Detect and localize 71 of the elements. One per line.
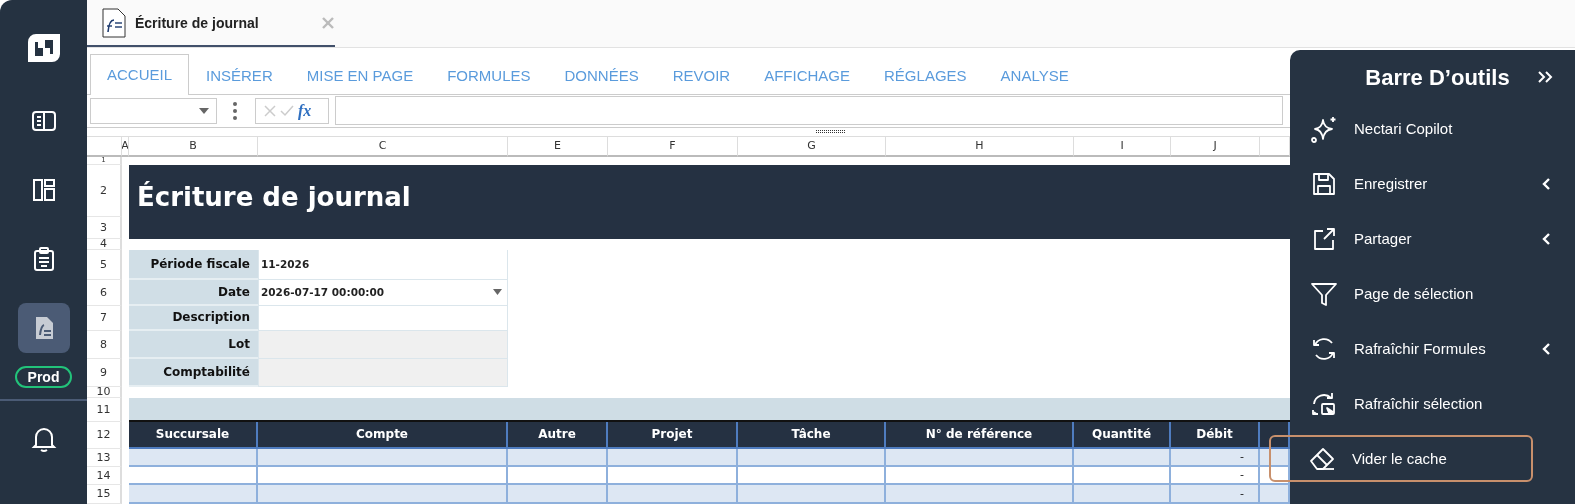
toolbar-item[interactable]: Page de sélection <box>1290 270 1575 317</box>
toolbar-item[interactable]: Rafraîchir sélection <box>1290 380 1575 427</box>
table-header-cell: N° de référence <box>886 422 1074 449</box>
name-box[interactable] <box>90 97 217 124</box>
field-cell[interactable]: 2026-07-17 00:00:00 <box>258 280 508 306</box>
bell-icon[interactable] <box>30 425 57 453</box>
sheet-title: Écriture de journal <box>137 182 411 212</box>
field-label: Période fiscale <box>129 250 258 280</box>
check-icon[interactable] <box>280 104 294 117</box>
field-label: Date <box>129 280 258 306</box>
select-all-corner[interactable] <box>87 137 122 157</box>
cancel-icon[interactable] <box>264 104 276 117</box>
row-header[interactable]: 14 <box>87 467 122 485</box>
column-header[interactable]: A <box>122 137 129 157</box>
row-header[interactable]: 11 <box>87 398 122 422</box>
function-button[interactable]: fx <box>298 101 312 120</box>
environment-badge: Prod <box>14 366 73 388</box>
row-header[interactable]: 12 <box>87 422 122 449</box>
document-tab[interactable]: Écriture de journal <box>87 0 335 48</box>
formula-document-icon <box>102 7 126 38</box>
column-header[interactable]: C <box>258 137 508 157</box>
row-header[interactable]: 13 <box>87 449 122 467</box>
table-header-cell: Projet <box>608 422 738 449</box>
table-header-cell: Débit <box>1171 422 1260 449</box>
caret-icon <box>199 107 209 114</box>
chevron-left-icon <box>1541 341 1551 356</box>
toolbar-item[interactable]: Vider le cache <box>1269 435 1533 482</box>
formula-input[interactable] <box>335 96 1283 126</box>
toolbar-item[interactable]: Rafraîchir Formules <box>1290 325 1575 372</box>
field-label: Lot <box>129 331 258 359</box>
field-label: Description <box>129 306 258 331</box>
book-icon <box>30 108 57 134</box>
column-header[interactable]: J <box>1171 137 1260 157</box>
column-header[interactable]: G <box>738 137 886 157</box>
column-header[interactable]: E <box>508 137 608 157</box>
row-header[interactable]: 6 <box>87 280 122 306</box>
table-header-cell: Tâche <box>738 422 886 449</box>
row-header[interactable]: 8 <box>87 331 122 359</box>
row-header[interactable]: 15 <box>87 485 122 504</box>
panel-title: Barre D’outils <box>1365 64 1510 91</box>
chevron-left-icon <box>1541 176 1551 191</box>
field-cell[interactable] <box>258 306 508 331</box>
row-header[interactable]: 9 <box>87 359 122 387</box>
table-header-cell: Quantité <box>1074 422 1171 449</box>
table-header-cell: Succursale <box>129 422 258 449</box>
more-icon[interactable] <box>233 101 237 120</box>
column-header[interactable]: F <box>608 137 738 157</box>
toolbar-item[interactable]: Enregistrer <box>1290 160 1575 207</box>
table-header-cell: Compte <box>258 422 508 449</box>
field-label: Comptabilité <box>129 359 258 387</box>
toolbar-item[interactable]: Nectari Copilot <box>1290 105 1575 152</box>
column-header[interactable]: B <box>129 137 258 157</box>
column-header[interactable]: I <box>1074 137 1171 157</box>
chevron-left-icon <box>1541 231 1551 246</box>
row-header[interactable]: 10 <box>87 387 122 398</box>
toolbar-item[interactable]: Partager <box>1290 215 1575 262</box>
row-header[interactable]: 3 <box>87 217 122 239</box>
close-icon[interactable] <box>321 16 334 29</box>
column-header[interactable]: H <box>886 137 1074 157</box>
row-header[interactable]: 2 <box>87 165 122 217</box>
table-header-cell: Autre <box>508 422 608 449</box>
sidebar-item[interactable] <box>17 303 70 353</box>
caret-icon[interactable] <box>493 289 502 296</box>
row-header[interactable]: 5 <box>87 250 122 280</box>
collapse-icon[interactable] <box>1537 70 1553 84</box>
sparkle-icon <box>1310 114 1338 143</box>
row-header[interactable]: 7 <box>87 306 122 331</box>
field-cell[interactable]: 11-2026 <box>258 250 508 280</box>
dashboard-icon <box>30 177 57 203</box>
row-header[interactable]: 4 <box>87 239 122 250</box>
document-title: Écriture de journal <box>135 14 259 31</box>
